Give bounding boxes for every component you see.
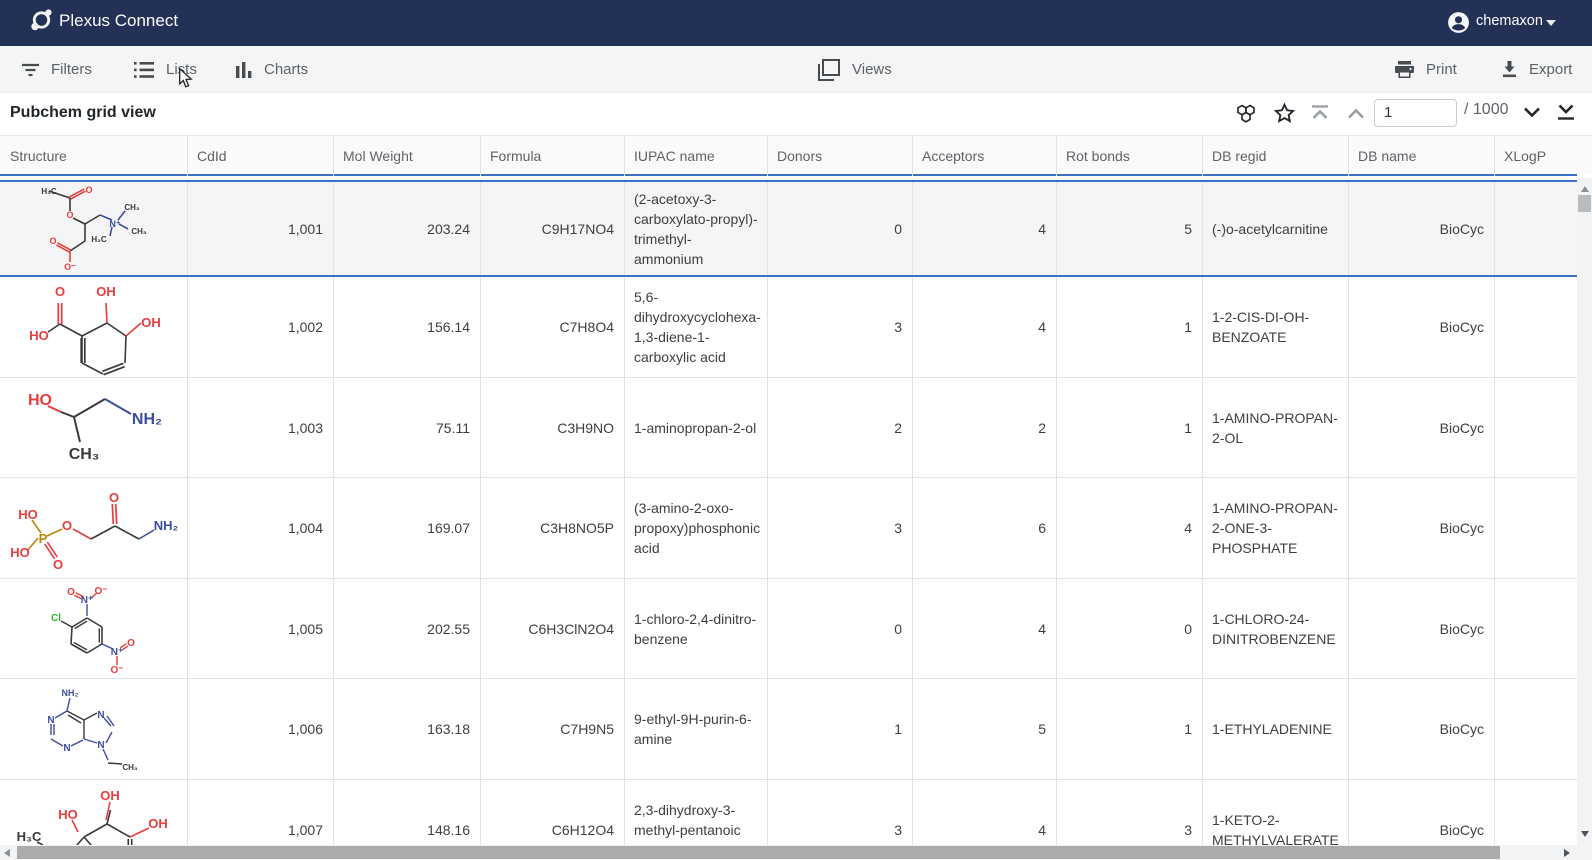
svg-text:O: O [55, 284, 65, 299]
svg-text:HO: HO [28, 392, 52, 409]
svg-text:O: O [85, 185, 92, 195]
svg-text:O: O [127, 638, 135, 649]
svg-text:N: N [63, 743, 70, 754]
svg-text:O⁻: O⁻ [110, 665, 123, 676]
svg-text:HO: HO [58, 807, 78, 822]
svg-text:O: O [66, 210, 73, 220]
svg-text:OH: OH [141, 315, 161, 330]
svg-text:CH₃: CH₃ [131, 227, 147, 236]
svg-text:HO: HO [29, 328, 49, 343]
svg-text:H₃C: H₃C [41, 187, 56, 196]
svg-text:N: N [47, 715, 54, 726]
svg-text:O: O [53, 557, 63, 572]
svg-text:N⁺: N⁺ [111, 647, 124, 658]
svg-text:O: O [67, 587, 75, 598]
svg-text:CH₃: CH₃ [69, 446, 100, 463]
svg-text:P: P [39, 531, 48, 546]
svg-text:N: N [97, 710, 104, 721]
svg-text:NH₂: NH₂ [132, 411, 162, 428]
svg-text:CH₃: CH₃ [124, 203, 140, 212]
svg-text:O: O [49, 236, 56, 246]
svg-text:N: N [97, 740, 104, 751]
svg-text:O: O [109, 490, 119, 505]
svg-text:HO: HO [18, 507, 38, 522]
svg-text:OH: OH [96, 284, 116, 299]
svg-text:Cl: Cl [51, 613, 61, 624]
svg-text:H₃C: H₃C [17, 829, 42, 844]
svg-text:CH₃: CH₃ [122, 763, 138, 772]
svg-text:OH: OH [100, 788, 120, 803]
svg-text:O: O [62, 518, 72, 533]
svg-text:OH: OH [148, 816, 168, 831]
svg-text:H₃C: H₃C [91, 235, 106, 244]
svg-text:N⁺: N⁺ [81, 595, 94, 606]
svg-text:HO: HO [10, 545, 30, 560]
svg-text:O⁻: O⁻ [94, 586, 107, 597]
svg-text:NH₂: NH₂ [154, 518, 178, 533]
svg-text:N⁺: N⁺ [109, 219, 120, 229]
svg-text:O⁻: O⁻ [64, 262, 76, 272]
svg-text:NH₂: NH₂ [62, 688, 79, 698]
